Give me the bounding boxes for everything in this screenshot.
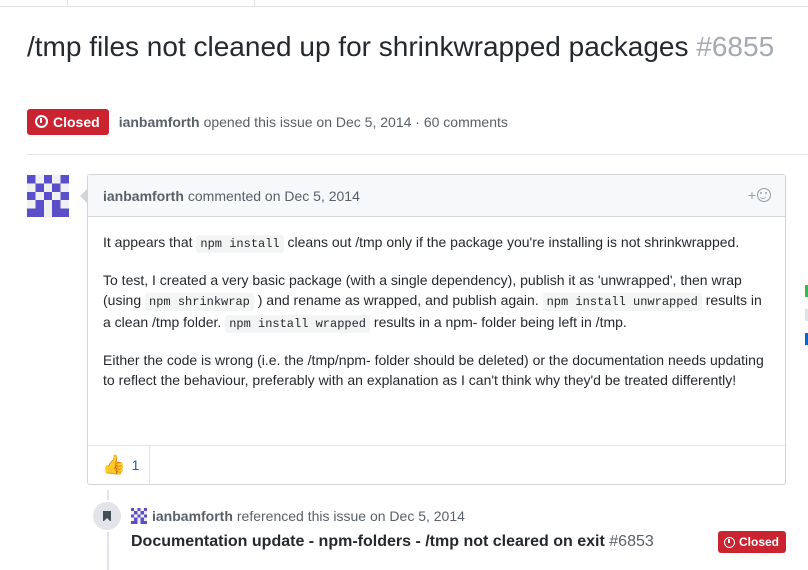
timeline-badge xyxy=(91,500,123,532)
tab-bar xyxy=(0,0,808,7)
smiley-icon xyxy=(757,188,771,202)
avatar[interactable] xyxy=(27,175,69,217)
referenced-issue-number: #6853 xyxy=(609,533,654,550)
issue-closed-icon xyxy=(35,115,48,128)
status-badge: Closed xyxy=(27,108,109,135)
issue-author-link[interactable]: ianbamforth xyxy=(119,114,200,130)
issue-closed-icon xyxy=(724,536,735,548)
thumbs-up-reaction-button[interactable]: 👍 1 xyxy=(88,446,150,484)
inline-code: npm install unwrapped xyxy=(542,293,702,311)
add-reaction-button[interactable]: + xyxy=(748,187,771,203)
comment-meta-text: commented on Dec 5, 2014 xyxy=(187,187,360,204)
divider xyxy=(27,154,808,155)
plus-icon: + xyxy=(747,187,756,203)
referenced-issue-link[interactable]: Documentation update - npm-folders - /tm… xyxy=(131,533,654,551)
reference-status-label: Closed xyxy=(739,535,780,549)
comment-paragraph: Either the code is wrong (i.e. the /tmp/… xyxy=(103,352,764,388)
comment-author-link[interactable]: ianbamforth xyxy=(103,188,184,204)
comment-header: ianbamforth commented on Dec 5, 2014 + xyxy=(80,175,785,217)
thumbs-up-icon: 👍 xyxy=(102,454,126,476)
tab-active[interactable] xyxy=(67,0,255,6)
avatar[interactable] xyxy=(131,508,147,524)
reference-meta-text: referenced this issue on Dec 5, 2014 xyxy=(236,508,465,524)
status-label: Closed xyxy=(53,113,100,130)
reference-status-badge: Closed xyxy=(718,531,787,553)
comment-paragraph: It appears that npm install cleans out /… xyxy=(103,234,740,253)
referenced-issue-title: Documentation update - npm-folders - /tm… xyxy=(131,533,605,550)
issue-number: #6855 xyxy=(696,31,775,62)
reference-author-link[interactable]: ianbamforth xyxy=(152,508,233,524)
bookmark-icon xyxy=(103,511,111,522)
issue-title-text: /tmp files not cleaned up for shrinkwrap… xyxy=(27,31,689,62)
inline-code: npm shrinkwrap xyxy=(145,293,254,311)
reactions-bar: 👍 1 xyxy=(88,445,785,484)
issue-meta-text: opened this issue on Dec 5, 2014 · 60 co… xyxy=(203,113,508,130)
inline-code: npm install xyxy=(196,235,284,253)
reference-event: ianbamforth referenced this issue on Dec… xyxy=(131,506,465,526)
inline-code: npm install wrapped xyxy=(225,315,371,333)
reaction-count: 1 xyxy=(131,457,140,473)
comment-box: ianbamforth commented on Dec 5, 2014 + I… xyxy=(80,174,786,485)
issue-meta: Closed ianbamforth opened this issue on … xyxy=(27,108,508,135)
issue-title: /tmp files not cleaned up for shrinkwrap… xyxy=(27,30,797,63)
comment-paragraph: To test, I created a very basic package … xyxy=(103,272,762,333)
comment-body: It appears that npm install cleans out /… xyxy=(88,217,785,390)
